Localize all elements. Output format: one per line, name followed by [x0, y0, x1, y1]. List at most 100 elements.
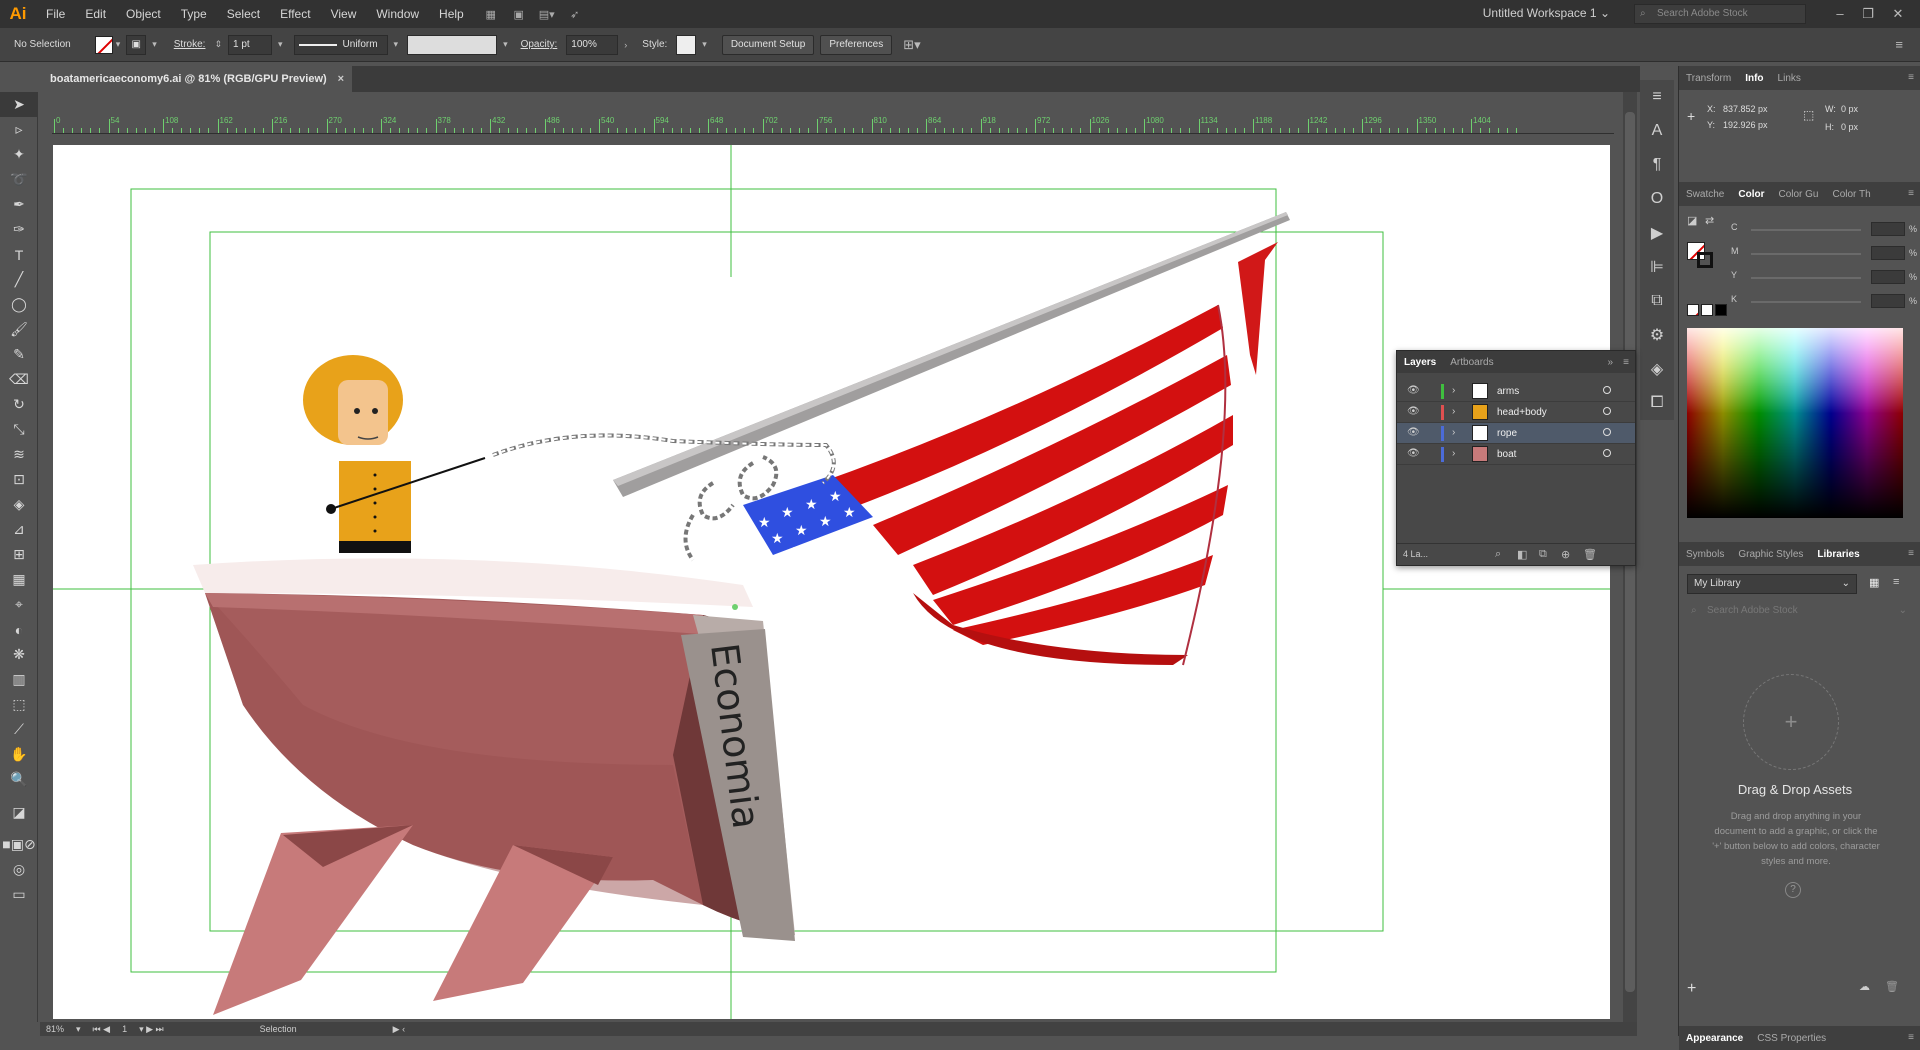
target-icon[interactable]	[1603, 449, 1611, 457]
swap-colors-icon[interactable]: ⇄	[1705, 214, 1714, 227]
arrange-documents-icon[interactable]: ▤▾	[536, 5, 558, 23]
tab-color-guide[interactable]: Color Gu	[1771, 189, 1825, 200]
library-select[interactable]: My Library ⌄	[1687, 574, 1857, 594]
menu-view[interactable]: View	[321, 0, 367, 28]
panel-menu-icon[interactable]: ≡	[1895, 37, 1903, 52]
slice-tool-icon[interactable]: ⟋	[0, 717, 38, 742]
pen-tool-icon[interactable]: ✒	[0, 192, 38, 217]
chevron-down-icon[interactable]: ▾	[116, 39, 121, 50]
panel-menu-icon[interactable]: ≡	[1908, 72, 1914, 83]
curvature-tool-icon[interactable]: ✑	[0, 217, 38, 242]
stepper-icon[interactable]: ⇕	[214, 39, 222, 50]
magic-wand-tool-icon[interactable]: ✦	[0, 142, 38, 167]
hand-tool-icon[interactable]: ✋	[0, 742, 38, 767]
stroke-swatch[interactable]: ▣	[126, 34, 147, 55]
paragraph-icon[interactable]: ¶	[1640, 148, 1674, 182]
cyan-field[interactable]	[1871, 222, 1905, 236]
stroke-profile-select[interactable]: Uniform	[293, 34, 388, 55]
chevron-down-icon[interactable]: ▾	[702, 39, 707, 50]
style-swatch[interactable]	[676, 34, 697, 55]
chevron-right-icon[interactable]: ▶ ‹	[393, 1024, 405, 1035]
menu-edit[interactable]: Edit	[75, 0, 116, 28]
stroke-swatch-icon[interactable]	[1697, 252, 1713, 268]
document-setup-button[interactable]: Document Setup	[721, 34, 815, 55]
shape-builder-tool-icon[interactable]: ◈	[0, 492, 38, 517]
menu-help[interactable]: Help	[429, 0, 474, 28]
panel-menu-icon[interactable]: »	[1607, 357, 1613, 368]
expand-chevron-icon[interactable]: ›	[1452, 406, 1455, 417]
visibility-eye-icon[interactable]: 👁	[1407, 448, 1420, 459]
scale-tool-icon[interactable]: ⤡	[0, 417, 38, 442]
screen-mode-icon[interactable]: ▭	[0, 882, 38, 907]
menu-effect[interactable]: Effect	[270, 0, 320, 28]
default-colors-icon[interactable]: ◪	[1687, 214, 1697, 227]
visibility-eye-icon[interactable]: 👁	[1407, 385, 1420, 396]
workspace-switcher[interactable]: Untitled Workspace 1 ⌄	[1483, 6, 1610, 20]
fill-swatch[interactable]	[94, 35, 113, 54]
expand-chevron-icon[interactable]: ›	[1452, 427, 1455, 438]
chevron-down-icon[interactable]: ▾	[503, 39, 508, 50]
paintbrush-tool-icon[interactable]: 🖌	[0, 317, 38, 342]
black-slider[interactable]: K%	[1731, 294, 1917, 310]
magenta-field[interactable]	[1871, 246, 1905, 260]
bridge-icon[interactable]: ▦	[480, 5, 502, 23]
make-clipping-mask-icon[interactable]: ◧	[1517, 548, 1527, 561]
grid-view-icon[interactable]: ▦	[1869, 576, 1879, 589]
selection-tool-icon[interactable]: ➤	[0, 92, 38, 117]
brush-definition-select[interactable]	[407, 34, 498, 55]
panel-menu-icon[interactable]: ≡	[1623, 357, 1629, 368]
chevron-down-icon[interactable]: ▾	[394, 39, 399, 50]
restore-button[interactable]: ❐	[1858, 4, 1878, 24]
tab-appearance[interactable]: Appearance	[1679, 1033, 1750, 1044]
stock-icon[interactable]: ▣	[508, 5, 530, 23]
expand-chevron-icon[interactable]: ›	[1452, 385, 1455, 396]
layer-name[interactable]: arms	[1497, 386, 1519, 397]
gpu-rocket-icon[interactable]: ➶	[564, 5, 586, 23]
cyan-slider[interactable]: C%	[1731, 222, 1917, 238]
artboard-tool-icon[interactable]: ⬚	[0, 692, 38, 717]
perspective-grid-tool-icon[interactable]: ⊿	[0, 517, 38, 542]
tab-swatches[interactable]: Swatche	[1679, 189, 1731, 200]
warp-tool-icon[interactable]: ≋	[0, 442, 38, 467]
close-window-button[interactable]: ✕	[1888, 4, 1908, 24]
artboard-nav-icons-next[interactable]: ▾ ▶ ⏭	[139, 1024, 164, 1035]
trash-icon[interactable]: 🗑	[1885, 980, 1899, 993]
tab-artboards[interactable]: Artboards	[1443, 357, 1500, 368]
help-icon[interactable]: ?	[1785, 882, 1801, 898]
actions-icon[interactable]: ▶	[1640, 216, 1674, 250]
layer-row-head-body[interactable]: 👁 › head+body	[1397, 402, 1635, 423]
black-field[interactable]	[1871, 294, 1905, 308]
lasso-tool-icon[interactable]: ➰	[0, 167, 38, 192]
chevron-down-icon[interactable]: ▾	[152, 39, 157, 50]
visibility-eye-icon[interactable]: 👁	[1407, 406, 1420, 417]
color-mode-icon[interactable]: ■▣⊘	[0, 832, 38, 857]
opentype-icon[interactable]: O	[1640, 182, 1674, 216]
properties-icon[interactable]: ≡	[1640, 80, 1674, 114]
shaper-tool-icon[interactable]: ✎	[0, 342, 38, 367]
delete-layer-icon[interactable]: 🗑	[1583, 548, 1597, 561]
panel-menu-icon[interactable]: ≡	[1908, 188, 1914, 199]
none-white-black-chips[interactable]	[1687, 304, 1727, 316]
align-options-icon[interactable]: ⊞▾	[903, 37, 920, 53]
minimize-button[interactable]: –	[1830, 4, 1850, 24]
stroke-label[interactable]: Stroke:	[174, 39, 206, 50]
gradient-tool-icon[interactable]: ▦	[0, 567, 38, 592]
tab-graphic-styles[interactable]: Graphic Styles	[1731, 549, 1810, 560]
opacity-field[interactable]: 100%	[566, 34, 619, 55]
tab-color[interactable]: Color	[1731, 189, 1771, 200]
cloud-sync-icon[interactable]: ☁	[1859, 980, 1870, 993]
eraser-tool-icon[interactable]: ⌫	[0, 367, 38, 392]
panel-menu-icon[interactable]: ≡	[1908, 1032, 1914, 1043]
magenta-slider[interactable]: M%	[1731, 246, 1917, 262]
type-tool-icon[interactable]: T	[0, 242, 38, 267]
target-icon[interactable]	[1603, 407, 1611, 415]
artwork[interactable]: ★★ ★ ★ ★ ★★★ ★ ★ ★ Economia	[53, 145, 1610, 1019]
tab-symbols[interactable]: Symbols	[1679, 549, 1731, 560]
layer-row-boat[interactable]: 👁 › boat	[1397, 444, 1635, 465]
tab-libraries[interactable]: Libraries	[1810, 549, 1866, 560]
chevron-down-icon[interactable]: ▾	[76, 1024, 81, 1035]
create-sublayer-icon[interactable]: ⧉	[1539, 548, 1547, 561]
character-icon[interactable]: A	[1640, 114, 1674, 148]
menu-type[interactable]: Type	[171, 0, 217, 28]
artboard[interactable]: ★ ★ ★ ★ ★ ★ ★ ★ ★ ★ ★ Economia	[53, 145, 1610, 1019]
